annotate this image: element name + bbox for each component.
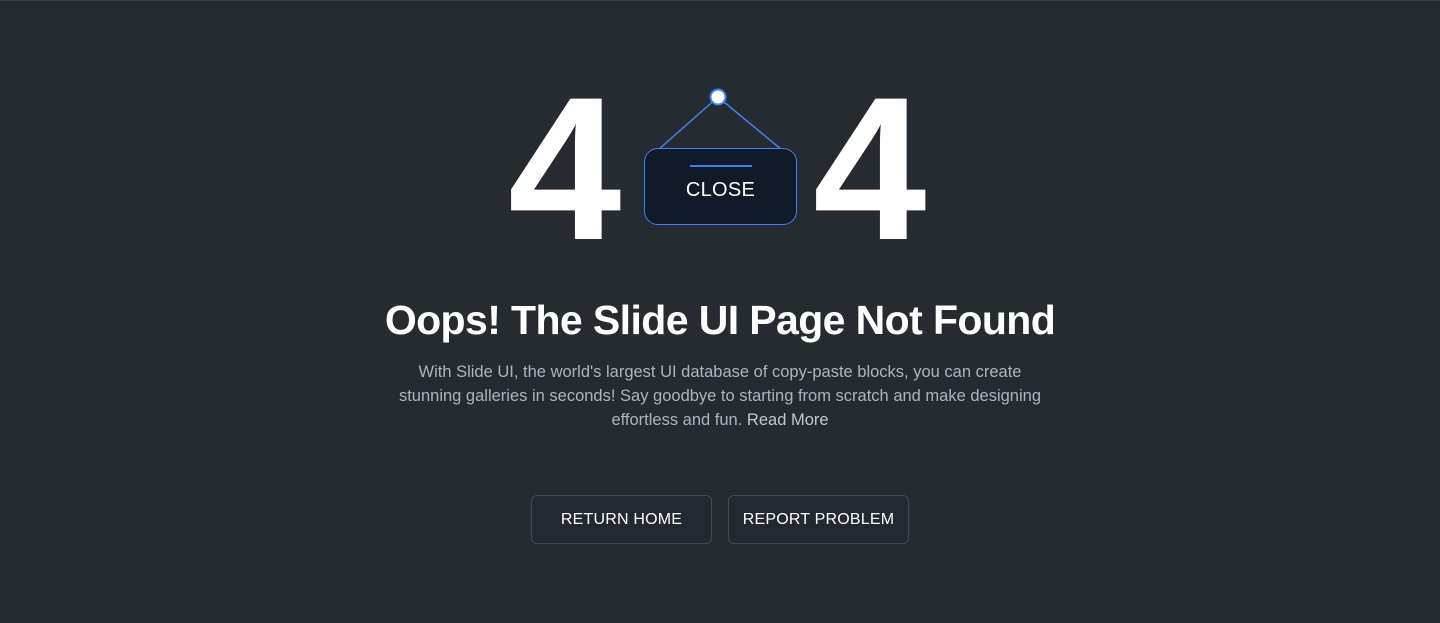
read-more-link[interactable]: Read More [747, 411, 829, 429]
close-sign-illustration: CLOSE [640, 85, 802, 231]
report-problem-button[interactable]: REPORT PROBLEM [728, 495, 909, 544]
sign-divider [690, 165, 752, 167]
sign-label: CLOSE [685, 179, 756, 201]
page-description: With Slide UI, the world's largest UI da… [390, 360, 1050, 432]
description-text: With Slide UI, the world's largest UI da… [398, 363, 1042, 429]
sign-board: CLOSE [644, 148, 797, 225]
not-found-page: 4 CLOSE 4 Oops! The Slide UI Page Not Fo… [0, 0, 1440, 623]
error-digit-left: 4 [508, 55, 621, 283]
return-home-button[interactable]: RETURN HOME [531, 495, 712, 544]
page-title: Oops! The Slide UI Page Not Found [384, 297, 1056, 343]
error-digit-right: 4 [813, 55, 926, 283]
